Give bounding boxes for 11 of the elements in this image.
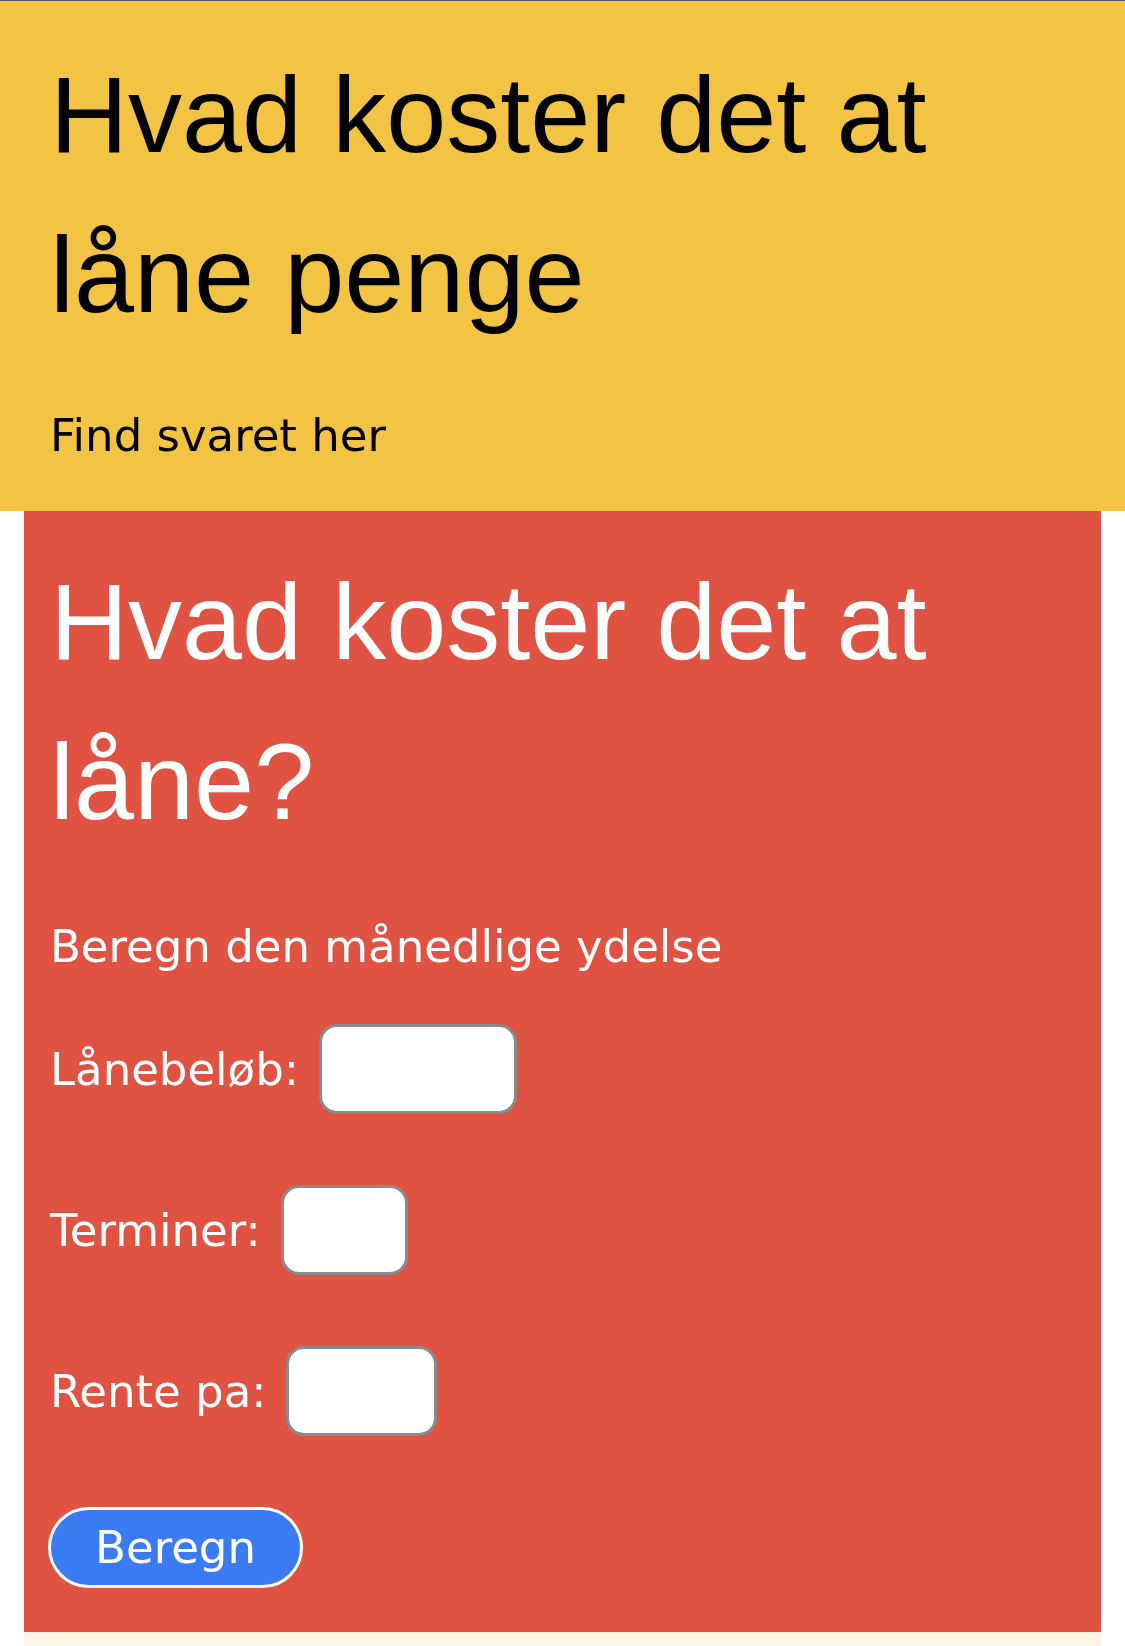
field-label: Terminer: [50, 1203, 261, 1257]
calculator-subtitle: Beregn den månedlige ydelse [50, 920, 723, 973]
page-title: Hvad koster det at låne penge [50, 53, 928, 337]
field-label: Rente pa: [50, 1364, 267, 1418]
input-field[interactable] [280, 1185, 408, 1275]
calculator-title: Hvad koster det at låne? [50, 560, 928, 844]
input-field[interactable] [286, 1346, 438, 1436]
calculate-button[interactable]: Beregn [48, 1507, 303, 1588]
field-label: Lånebeløb: [50, 1042, 299, 1096]
input-field[interactable] [318, 1024, 517, 1114]
page-subtitle: Find svaret her [50, 409, 386, 462]
